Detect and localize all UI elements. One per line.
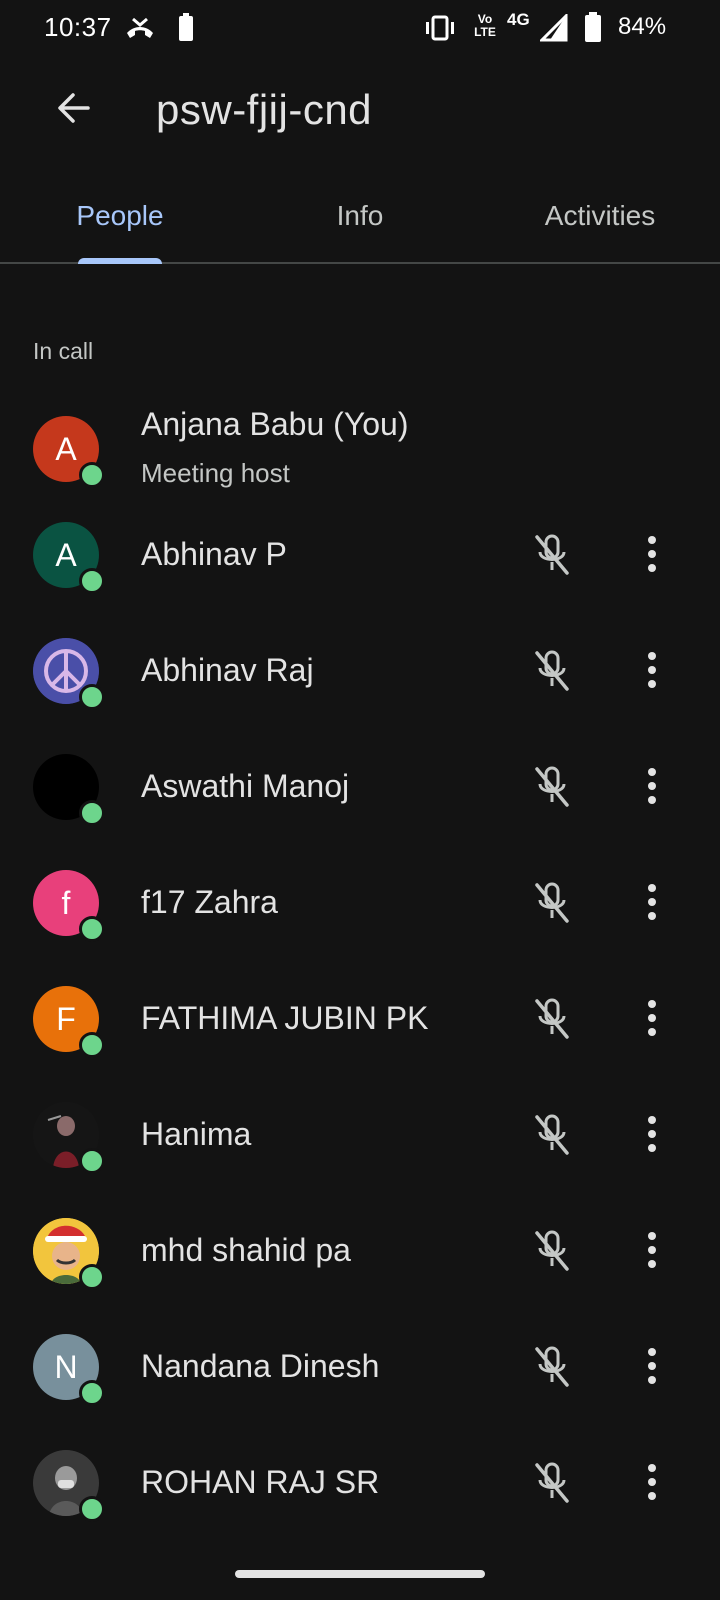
more-options-button[interactable] xyxy=(624,1224,680,1280)
presence-dot xyxy=(79,1380,105,1406)
mute-status-button[interactable] xyxy=(524,1108,580,1164)
participant-row[interactable]: N Nandana Dinesh xyxy=(0,1318,720,1434)
battery-saver-icon xyxy=(178,13,194,46)
mute-status-button[interactable] xyxy=(524,644,580,700)
more-vert-icon xyxy=(647,999,657,1042)
mute-status-button[interactable] xyxy=(524,1224,580,1280)
participant-row[interactable]: ROHAN RAJ SR xyxy=(0,1434,720,1550)
mute-status-button[interactable] xyxy=(524,1340,580,1396)
more-options-button[interactable] xyxy=(624,1340,680,1396)
arrow-back-icon xyxy=(56,90,92,131)
presence-dot xyxy=(79,1264,105,1290)
more-options-button[interactable] xyxy=(624,760,680,816)
tab-label: People xyxy=(76,200,164,231)
presence-dot xyxy=(79,916,105,942)
more-options-button[interactable] xyxy=(624,1456,680,1512)
participant-row[interactable]: F FATHIMA JUBIN PK xyxy=(0,970,720,1086)
tab-people[interactable]: People xyxy=(0,170,240,262)
participant-row[interactable]: Abhinav Raj xyxy=(0,622,720,738)
tab-bar: People Info Activities xyxy=(0,170,720,264)
mute-status-button[interactable] xyxy=(524,760,580,816)
more-vert-icon xyxy=(647,1231,657,1274)
mic-off-icon xyxy=(532,532,572,581)
mic-off-icon xyxy=(532,996,572,1045)
more-vert-icon xyxy=(647,1115,657,1158)
more-options-button[interactable] xyxy=(624,876,680,932)
status-time: 10:37 xyxy=(44,12,112,42)
meeting-title: psw-fjij-cnd xyxy=(156,86,373,133)
mic-off-icon xyxy=(532,1344,572,1393)
participant-name: FATHIMA JUBIN PK xyxy=(141,1000,429,1036)
more-options-button[interactable] xyxy=(624,1108,680,1164)
missed-call-icon xyxy=(124,16,156,47)
home-gesture-bar[interactable] xyxy=(235,1570,485,1578)
presence-dot xyxy=(79,684,105,710)
presence-dot xyxy=(79,1148,105,1174)
more-vert-icon xyxy=(647,1347,657,1390)
presence-dot xyxy=(79,1032,105,1058)
participant-row[interactable]: f f17 Zahra xyxy=(0,854,720,970)
mic-off-icon xyxy=(532,1228,572,1277)
status-bar: 10:37 Vo LTE 4G 84% xyxy=(0,0,720,58)
mic-off-icon xyxy=(532,648,572,697)
mute-status-button[interactable] xyxy=(524,876,580,932)
network-type: 4G xyxy=(507,10,530,29)
participant-role: Meeting host xyxy=(141,458,290,488)
participant-row[interactable]: A Anjana Babu (You) Meeting host xyxy=(0,390,720,506)
avatar-initial: f xyxy=(61,884,71,921)
mute-status-button[interactable] xyxy=(524,1456,580,1512)
tab-label: Activities xyxy=(544,200,656,231)
participant-row[interactable]: Aswathi Manoj xyxy=(0,738,720,854)
signal-icon xyxy=(538,12,568,47)
mic-off-icon xyxy=(532,1112,572,1161)
presence-dot xyxy=(79,800,105,826)
avatar-initial: A xyxy=(55,430,77,467)
tab-activities[interactable]: Activities xyxy=(480,170,720,262)
section-label-in-call: In call xyxy=(33,338,94,364)
presence-dot xyxy=(79,1496,105,1522)
participant-name: Abhinav P xyxy=(141,536,287,572)
back-button[interactable] xyxy=(46,82,102,138)
battery-percent: 84% xyxy=(618,13,667,40)
vibrate-icon xyxy=(424,14,456,47)
participant-name: Hanima xyxy=(141,1116,252,1152)
more-options-button[interactable] xyxy=(624,992,680,1048)
volte-icon: Vo LTE xyxy=(474,12,496,39)
mute-status-button[interactable] xyxy=(524,992,580,1048)
participant-name: ROHAN RAJ SR xyxy=(141,1464,380,1500)
participant-name: f17 Zahra xyxy=(141,884,278,920)
avatar-initial: N xyxy=(54,1348,78,1385)
mute-status-button[interactable] xyxy=(524,528,580,584)
tab-label: Info xyxy=(336,200,384,231)
presence-dot xyxy=(79,568,105,594)
participant-row[interactable]: Hanima xyxy=(0,1086,720,1202)
more-vert-icon xyxy=(647,767,657,810)
participant-name: Aswathi Manoj xyxy=(141,768,350,804)
mic-off-icon xyxy=(532,764,572,813)
participant-name: Nandana Dinesh xyxy=(141,1348,380,1384)
tab-active-indicator xyxy=(78,258,162,264)
participant-row[interactable]: A Abhinav P xyxy=(0,506,720,622)
more-options-button[interactable] xyxy=(624,528,680,584)
participant-name: Abhinav Raj xyxy=(141,652,314,688)
battery-icon xyxy=(584,12,602,47)
mic-off-icon xyxy=(532,1460,572,1509)
more-vert-icon xyxy=(647,883,657,926)
participant-name: mhd shahid pa xyxy=(141,1232,351,1268)
more-vert-icon xyxy=(647,1463,657,1506)
app-bar: psw-fjij-cnd xyxy=(0,58,720,168)
avatar-initial: A xyxy=(55,536,77,573)
mic-off-icon xyxy=(532,880,572,929)
tab-info[interactable]: Info xyxy=(240,170,480,262)
more-options-button[interactable] xyxy=(624,644,680,700)
more-vert-icon xyxy=(647,535,657,578)
avatar-initial: F xyxy=(56,1000,76,1037)
participant-row[interactable]: mhd shahid pa xyxy=(0,1202,720,1318)
more-vert-icon xyxy=(647,651,657,694)
presence-dot xyxy=(79,462,105,488)
participant-name: Anjana Babu (You) xyxy=(141,406,409,442)
